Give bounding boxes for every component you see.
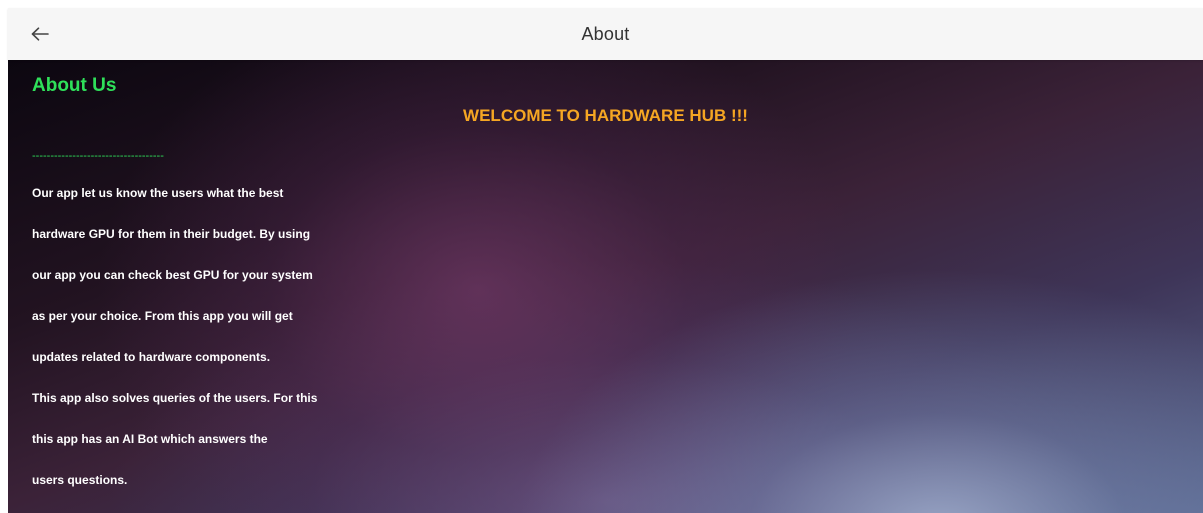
- dashed-divider: ------------------------------------: [32, 150, 164, 162]
- body-text-line: our app you can check best GPU for your …: [32, 268, 313, 282]
- body-text-line: hardware GPU for them in their budget. B…: [32, 227, 311, 241]
- app-bar: About: [8, 8, 1203, 60]
- body-text-line: Our app let us know the users what the b…: [32, 186, 284, 200]
- welcome-heading: WELCOME TO HARDWARE HUB !!!: [463, 106, 748, 125]
- about-screen: About About Us WELCOME TO HARDWARE HUB !…: [0, 0, 1203, 513]
- page-title: About: [581, 24, 630, 44]
- body-text-line: users questions.: [32, 473, 128, 487]
- about-body-text: Our app let us know the users what the b…: [32, 184, 362, 512]
- body-text-line: updates related to hardware components.: [32, 350, 271, 364]
- body-text-line: This app also solves queries of the user…: [32, 391, 318, 405]
- body-text-line: as per your choice. From this app you wi…: [32, 309, 293, 323]
- about-us-heading: About Us: [32, 75, 117, 96]
- about-content[interactable]: About Us WELCOME TO HARDWARE HUB !!! ---…: [8, 60, 1203, 513]
- body-text-line: this app has an AI Bot which answers the: [32, 432, 268, 446]
